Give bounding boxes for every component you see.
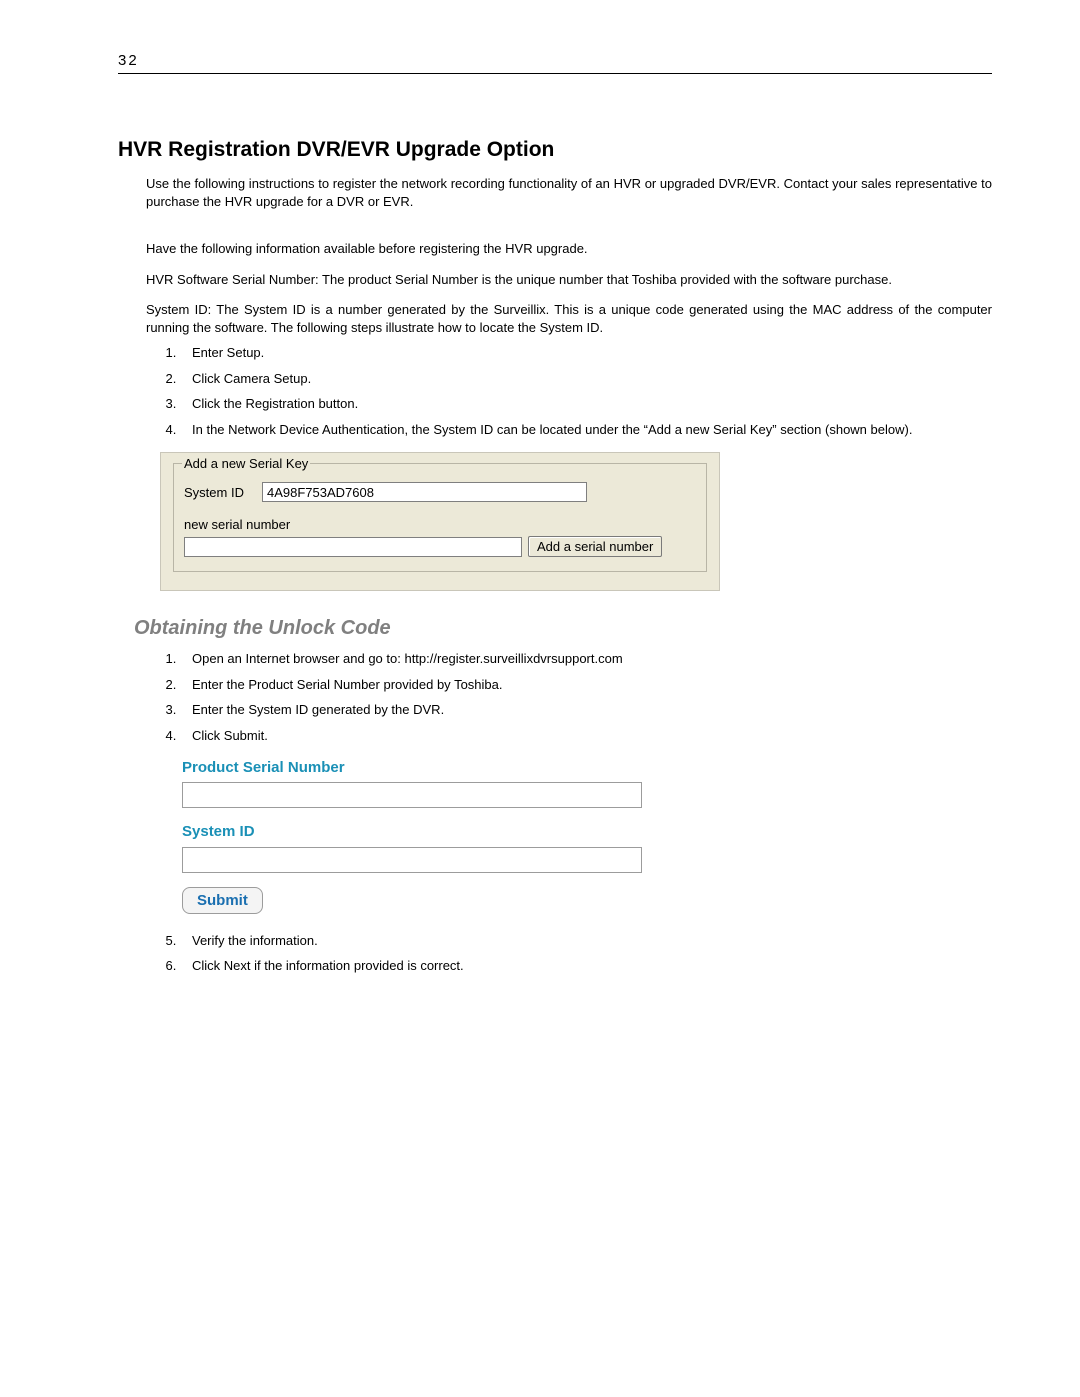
list-item: Enter the System ID generated by the DVR… xyxy=(180,701,992,719)
intro-paragraph: Use the following instructions to regist… xyxy=(146,175,992,210)
add-serial-number-button[interactable]: Add a serial number xyxy=(528,536,662,557)
registration-form-screenshot: Product Serial Number System ID Submit xyxy=(182,758,682,914)
fieldset-legend: Add a new Serial Key xyxy=(182,455,310,473)
page-title: HVR Registration DVR/EVR Upgrade Option xyxy=(118,138,992,162)
list-item: Click Camera Setup. xyxy=(180,370,992,388)
section-subheading: Obtaining the Unlock Code xyxy=(134,615,992,642)
list-item: Click Next if the information provided i… xyxy=(180,957,992,975)
new-serial-label: new serial number xyxy=(184,516,696,534)
pre-info-paragraph: Have the following information available… xyxy=(146,240,992,258)
body-content: Use the following instructions to regist… xyxy=(118,175,992,975)
system-id-label: System ID xyxy=(184,484,262,502)
list-item: Click the Registration button. xyxy=(180,395,992,413)
page-number: 32 xyxy=(118,52,992,69)
serial-paragraph: HVR Software Serial Number: The product … xyxy=(146,271,992,289)
submit-button[interactable]: Submit xyxy=(182,887,263,914)
steps-verify: Verify the information. Click Next if th… xyxy=(118,932,992,975)
system-id-web-input[interactable] xyxy=(182,847,642,873)
product-serial-label: Product Serial Number xyxy=(182,758,682,778)
list-item: Verify the information. xyxy=(180,932,992,950)
steps-obtain-code: Open an Internet browser and go to: http… xyxy=(118,650,992,744)
document-page: 32 HVR Registration DVR/EVR Upgrade Opti… xyxy=(0,0,1080,1397)
list-item: Open an Internet browser and go to: http… xyxy=(180,650,992,668)
serial-key-screenshot: Add a new Serial Key System ID new seria… xyxy=(160,452,720,591)
list-item: Enter Setup. xyxy=(180,344,992,362)
system-id-value xyxy=(262,482,587,502)
header-rule xyxy=(118,73,992,74)
list-item: Click Submit. xyxy=(180,727,992,745)
system-id-web-label: System ID xyxy=(182,822,682,842)
list-item: In the Network Device Authentication, th… xyxy=(180,421,992,439)
steps-locate-system-id: Enter Setup. Click Camera Setup. Click t… xyxy=(118,344,992,438)
product-serial-input[interactable] xyxy=(182,782,642,808)
serial-key-fieldset: Add a new Serial Key System ID new seria… xyxy=(173,463,707,572)
sysid-paragraph: System ID: The System ID is a number gen… xyxy=(146,301,992,336)
new-serial-input[interactable] xyxy=(184,537,522,557)
list-item: Enter the Product Serial Number provided… xyxy=(180,676,992,694)
